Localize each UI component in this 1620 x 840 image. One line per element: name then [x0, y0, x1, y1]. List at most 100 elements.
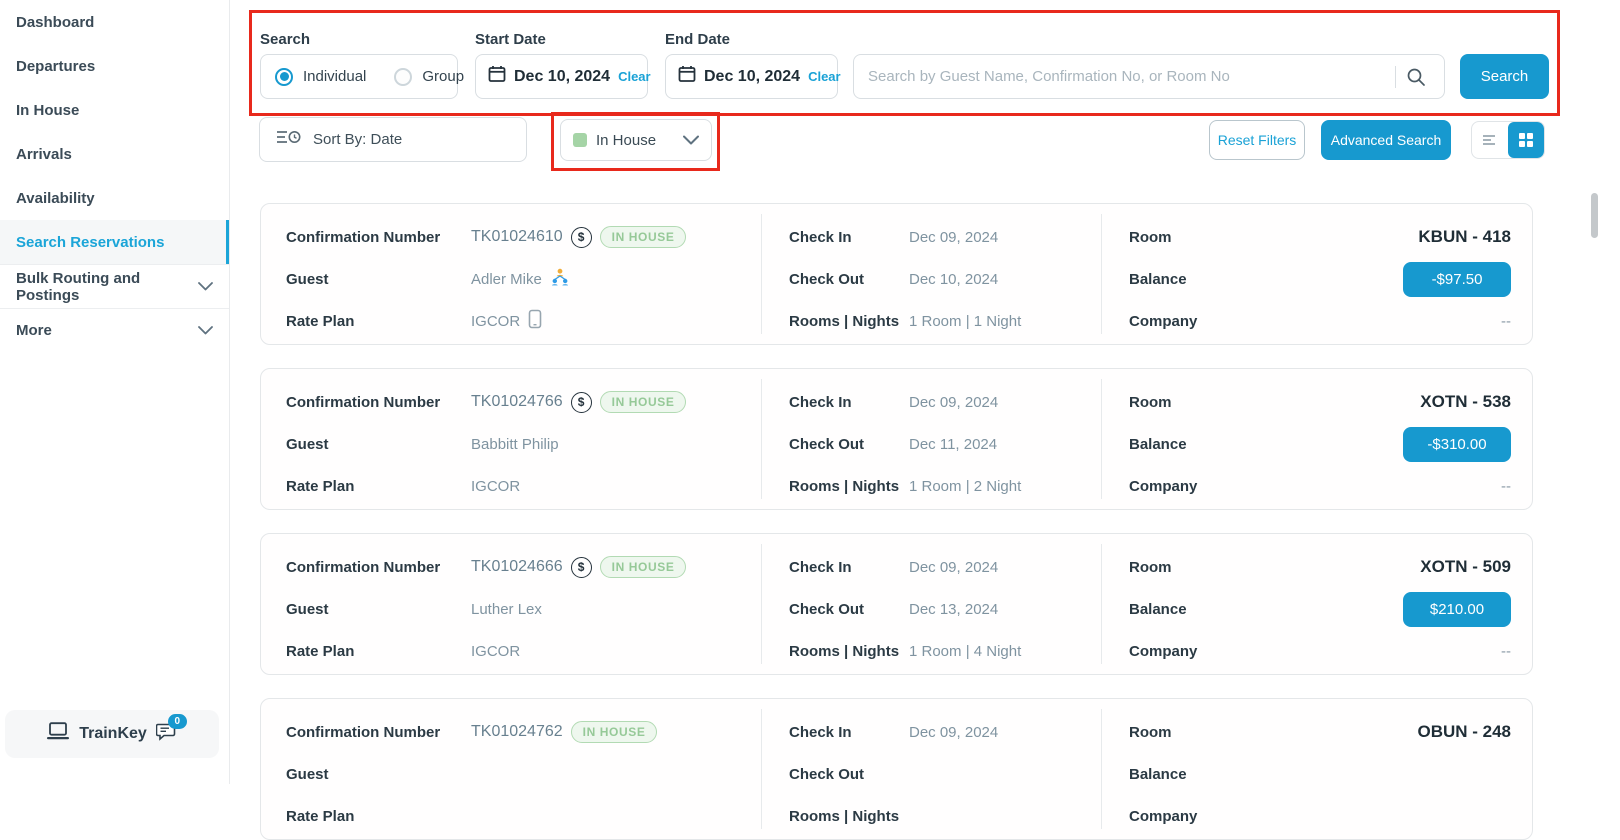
sidebar-item-more[interactable]: More — [0, 308, 229, 352]
rate-plan-value: IGCOR — [471, 643, 520, 660]
guest-label: Guest — [286, 271, 471, 288]
sort-by-dropdown[interactable]: Sort By: Date — [259, 117, 527, 162]
confirmation-number: TK01024762 — [471, 723, 563, 741]
guest-name: Adler Mike — [471, 271, 542, 288]
company-label: Company — [1129, 313, 1501, 330]
dollar-circle-icon[interactable]: $ — [571, 557, 592, 578]
start-date-clear-button[interactable]: Clear — [618, 69, 651, 84]
in-house-status-square — [573, 133, 587, 147]
sidebar-item-departures[interactable]: Departures — [0, 44, 229, 88]
mobile-device-icon — [528, 309, 542, 333]
dollar-circle-icon[interactable]: $ — [571, 392, 592, 413]
sidebar-item-label: Dashboard — [16, 14, 94, 31]
sort-by-value: Sort By: Date — [313, 131, 402, 148]
rooms-nights-label: Rooms | Nights — [789, 643, 909, 660]
trainkey-widget[interactable]: TrainKey 0 — [5, 710, 219, 758]
reservation-card[interactable]: Confirmation Number TK01024610 $ IN HOUS… — [260, 203, 1533, 345]
confirmation-number-label: Confirmation Number — [286, 229, 471, 246]
reservation-card[interactable]: Confirmation Number TK01024762 IN HOUSE … — [260, 698, 1533, 840]
sort-icon — [276, 128, 301, 151]
room-label: Room — [1129, 724, 1417, 741]
balance-label: Balance — [1129, 271, 1403, 288]
reset-filters-button[interactable]: Reset Filters — [1209, 120, 1305, 160]
chat-icon[interactable]: 0 — [156, 722, 178, 746]
rooms-nights-label: Rooms | Nights — [789, 478, 909, 495]
confirmation-number: TK01024610 — [471, 228, 563, 246]
guest-label: Guest — [286, 766, 471, 783]
list-view-icon[interactable] — [1472, 122, 1508, 158]
reservation-card[interactable]: Confirmation Number TK01024666 $ IN HOUS… — [260, 533, 1533, 675]
sidebar-item-availability[interactable]: Availability — [0, 176, 229, 220]
card-divider — [1101, 544, 1102, 664]
sidebar-item-label: In House — [16, 102, 79, 119]
sidebar-item-label: More — [16, 322, 52, 339]
check-out-label: Check Out — [789, 436, 909, 453]
check-in-label: Check In — [789, 229, 909, 246]
rooms-nights-value: 1 Room | 1 Night — [909, 313, 1021, 330]
check-in-label: Check In — [789, 559, 909, 576]
balance-pill[interactable]: -$310.00 — [1403, 427, 1511, 462]
sidebar-item-search-reservations[interactable]: Search Reservations — [0, 220, 229, 264]
search-field-divider — [1395, 66, 1396, 88]
calendar-icon — [678, 65, 696, 88]
card-divider — [1101, 379, 1102, 499]
individual-radio[interactable] — [275, 68, 293, 86]
guest-search-field — [853, 54, 1445, 99]
room-number: OBUN - 248 — [1417, 722, 1511, 742]
sidebar-item-in-house[interactable]: In House — [0, 88, 229, 132]
grid-view-icon[interactable] — [1508, 122, 1544, 158]
check-out-date: Dec 11, 2024 — [909, 436, 997, 453]
sidebar-item-label: Bulk Routing and Postings — [16, 270, 198, 304]
end-date-clear-button[interactable]: Clear — [808, 69, 841, 84]
check-out-label: Check Out — [789, 766, 909, 783]
check-in-label: Check In — [789, 724, 909, 741]
balance-label: Balance — [1129, 766, 1511, 783]
room-label: Room — [1129, 559, 1420, 576]
card-divider — [761, 214, 762, 334]
reservation-card[interactable]: Confirmation Number TK01024766 $ IN HOUS… — [260, 368, 1533, 510]
individual-radio-label: Individual — [303, 68, 366, 85]
search-reservations-page: Dashboard Departures In House Arrivals A… — [0, 0, 1620, 784]
check-out-date: Dec 13, 2024 — [909, 601, 998, 618]
confirmation-number-label: Confirmation Number — [286, 559, 471, 576]
sidebar-item-arrivals[interactable]: Arrivals — [0, 132, 229, 176]
calendar-icon — [488, 65, 506, 88]
dollar-circle-icon[interactable]: $ — [571, 227, 592, 248]
group-hierarchy-icon — [550, 268, 570, 290]
card-divider — [1101, 709, 1102, 829]
check-in-date: Dec 09, 2024 — [909, 229, 998, 246]
room-number: XOTN - 538 — [1420, 392, 1511, 412]
balance-label: Balance — [1129, 436, 1403, 453]
end-date-picker[interactable]: Dec 10, 2024 Clear — [665, 54, 838, 99]
search-input[interactable] — [866, 67, 1391, 86]
balance-pill[interactable]: $210.00 — [1403, 592, 1511, 627]
sidebar-item-label: Departures — [16, 58, 95, 75]
search-icon[interactable] — [1400, 67, 1432, 87]
check-out-label: Check Out — [789, 271, 909, 288]
check-in-date: Dec 09, 2024 — [909, 724, 998, 741]
sidebar-item-dashboard[interactable]: Dashboard — [0, 0, 229, 44]
search-button[interactable]: Search — [1460, 54, 1549, 99]
balance-pill[interactable]: -$97.50 — [1403, 262, 1511, 297]
check-in-label: Check In — [789, 394, 909, 411]
reservation-list: Confirmation Number TK01024610 $ IN HOUS… — [260, 203, 1533, 840]
rate-plan-label: Rate Plan — [286, 808, 471, 825]
rate-plan-label: Rate Plan — [286, 643, 471, 660]
room-label: Room — [1129, 394, 1420, 411]
sidebar-item-bulk-routing-and-postings[interactable]: Bulk Routing and Postings — [0, 264, 229, 308]
start-date-picker[interactable]: Dec 10, 2024 Clear — [475, 54, 648, 99]
advanced-search-button[interactable]: Advanced Search — [1321, 120, 1451, 160]
confirmation-number: TK01024766 — [471, 393, 563, 411]
company-label: Company — [1129, 478, 1501, 495]
company-value: -- — [1501, 643, 1511, 660]
group-radio[interactable] — [394, 68, 412, 86]
sidebar-item-label: Search Reservations — [16, 234, 164, 251]
rooms-nights-value: 1 Room | 2 Night — [909, 478, 1021, 495]
status-filter-dropdown[interactable]: In House — [560, 119, 712, 161]
scrollbar-thumb[interactable] — [1591, 193, 1598, 238]
view-mode-toggle — [1471, 121, 1545, 159]
sidebar: Dashboard Departures In House Arrivals A… — [0, 0, 230, 784]
sidebar-nav: Dashboard Departures In House Arrivals A… — [0, 0, 229, 352]
rooms-nights-label: Rooms | Nights — [789, 313, 909, 330]
chevron-down-icon — [683, 135, 699, 145]
